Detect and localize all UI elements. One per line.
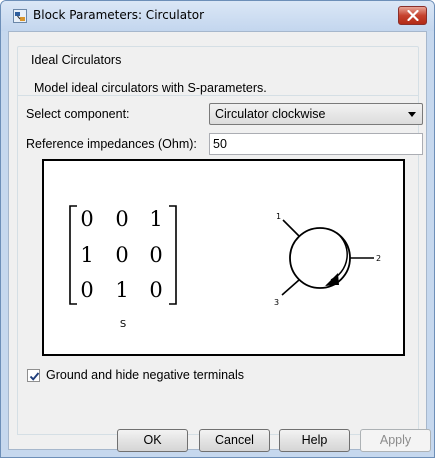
ground-checkbox[interactable] [27,369,40,382]
simulink-block-icon [13,9,27,23]
reference-impedance-label: Reference impedances (Ohm): [26,137,197,151]
matrix-cell: 1 [115,278,128,302]
reference-impedance-field[interactable] [209,133,423,155]
port-label: 3 [274,298,279,307]
ground-checkbox-label: Ground and hide negative terminals [46,368,245,382]
dialog-client-area: Ideal Circulators Model ideal circulator… [8,31,431,452]
reference-impedance-input[interactable] [213,135,413,153]
matrix-cell: 1 [80,243,93,267]
window-title: Block Parameters: Circulator [33,8,205,22]
chevron-down-icon [408,112,416,117]
apply-button[interactable]: Apply [360,429,431,452]
title-bar[interactable]: Block Parameters: Circulator [1,1,434,31]
matrix-cell: 0 [115,243,128,267]
matrix-cell: 0 [80,207,93,231]
group-title: Ideal Circulators [28,53,125,67]
s-matrix: 0 0 1 1 0 0 0 1 0 S [69,205,177,330]
matrix-label: S [120,319,126,330]
close-icon [407,10,419,21]
component-select-value: Circulator clockwise [215,107,326,121]
circulator-diagram: 0 0 1 1 0 0 0 1 0 S 1 2 3 [42,159,405,356]
cancel-button[interactable]: Cancel [199,429,270,452]
matrix-cell: 0 [80,278,93,302]
description-text: Model ideal circulators with S-parameter… [34,81,267,95]
dialog-window: Block Parameters: Circulator Ideal Circu… [0,0,435,458]
close-button[interactable] [398,6,427,25]
select-component-label: Select component: [26,107,130,121]
checkmark-icon [29,372,40,381]
port-label: 1 [276,212,281,221]
matrix-cell: 1 [149,207,162,231]
matrix-cell: 0 [149,243,162,267]
circulator-diagram-svg: 0 0 1 1 0 0 0 1 0 S 1 2 3 [69,205,381,330]
matrix-cell: 0 [115,207,128,231]
circulator-symbol [281,219,374,296]
component-select[interactable]: Circulator clockwise [209,103,423,125]
help-button[interactable]: Help [279,429,350,452]
ok-button[interactable]: OK [117,429,188,452]
matrix-cell: 0 [149,278,162,302]
port-label: 2 [376,254,381,263]
